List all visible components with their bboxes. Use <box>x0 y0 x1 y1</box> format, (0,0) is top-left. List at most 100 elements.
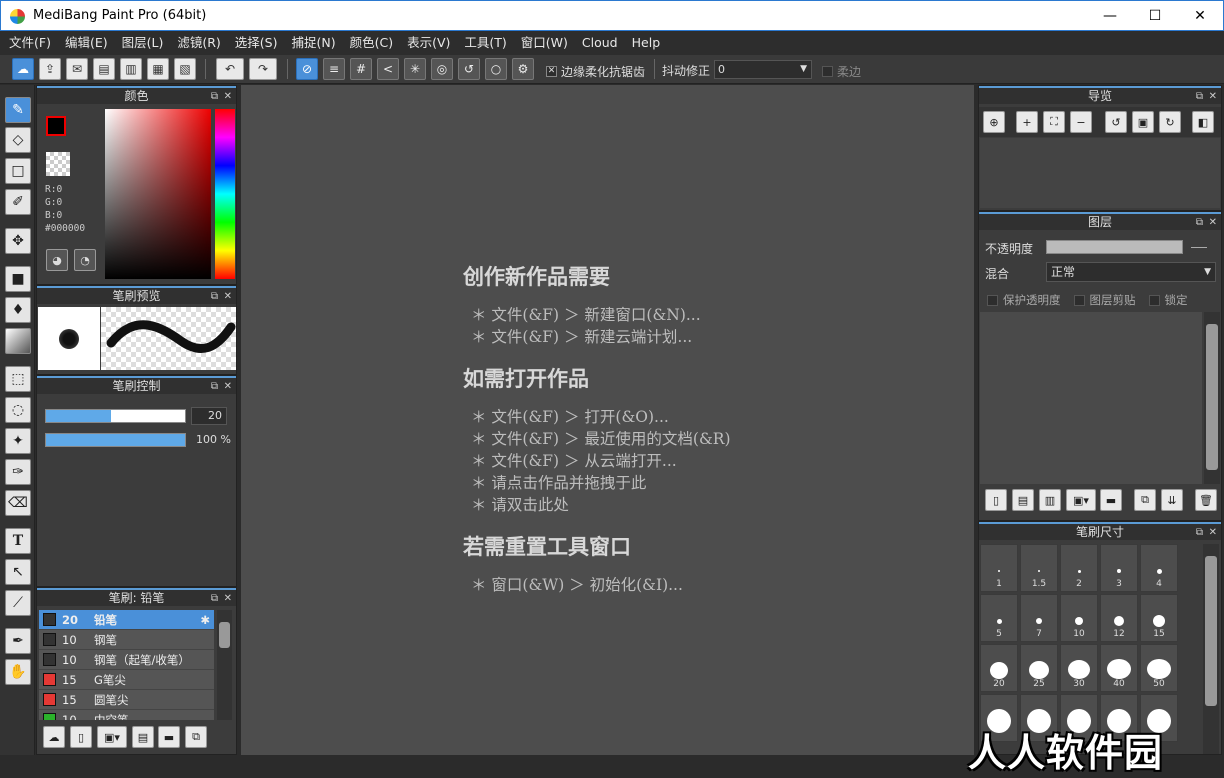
rect-select-icon[interactable]: ⬚ <box>5 366 31 392</box>
close-icon[interactable]: ✕ <box>1209 525 1217 541</box>
soft-edge-checkbox[interactable] <box>822 66 833 77</box>
brush-size-cell[interactable]: 2 <box>1060 544 1098 592</box>
perspective-snap-icon[interactable]: < <box>377 58 399 80</box>
brush-size-cell[interactable]: 7 <box>1020 594 1058 642</box>
layer-list[interactable] <box>980 312 1202 484</box>
brush-size-input[interactable]: 20 <box>191 407 227 425</box>
brush-size-cell[interactable]: 1.5 <box>1020 544 1058 592</box>
magic-wand-icon[interactable]: ✦ <box>5 428 31 454</box>
close-button[interactable]: ✕ <box>1177 1 1223 31</box>
parallel-snap-icon[interactable]: ≡ <box>323 58 345 80</box>
radial-snap-icon[interactable]: ✳ <box>404 58 426 80</box>
menu-filter[interactable]: 滤镜(R) <box>170 31 227 55</box>
layer-folder-icon[interactable]: ▬ <box>1100 489 1122 511</box>
brush-size-cell[interactable]: 3 <box>1100 544 1138 592</box>
scrollbar-thumb[interactable] <box>219 622 230 648</box>
popout-icon[interactable]: ⧉ <box>1196 525 1203 541</box>
select-pen-icon[interactable]: ✐ <box>5 189 31 215</box>
navigator-preview[interactable] <box>980 138 1220 208</box>
layer-opacity-slider[interactable] <box>1046 240 1183 254</box>
canvas-area[interactable]: 创作新作品需要 ＊ 文件(&F) ＞ 新建窗口(&N)... ＊ 文件(&F) … <box>241 85 974 755</box>
layer-list-scrollbar[interactable] <box>1204 312 1220 484</box>
circle-snap-icon[interactable]: ○ <box>485 58 507 80</box>
menu-tools[interactable]: 工具(T) <box>457 31 513 55</box>
move-tool-icon[interactable]: ✥ <box>5 228 31 254</box>
popout-icon[interactable]: ⧉ <box>211 591 218 607</box>
chat-icon[interactable]: ▤ <box>93 58 115 80</box>
close-icon[interactable]: ✕ <box>224 289 232 305</box>
zoom-in-icon[interactable]: + <box>1016 111 1038 133</box>
menu-layer[interactable]: 图层(L) <box>115 31 171 55</box>
select-pen-tool-icon[interactable]: ✑ <box>5 459 31 485</box>
minimize-button[interactable]: — <box>1087 1 1133 31</box>
divide-tool-icon[interactable]: ⟋ <box>5 590 31 616</box>
stabilizer-select[interactable]: 0 ▼ <box>714 60 812 79</box>
comment-icon[interactable]: ✉ <box>66 58 88 80</box>
lock-checkbox[interactable] <box>1148 294 1160 306</box>
panels-icon[interactable]: ▧ <box>174 58 196 80</box>
brush-size-cell[interactable]: 40 <box>1100 644 1138 692</box>
page-settings-icon[interactable]: ▦ <box>147 58 169 80</box>
redo-icon[interactable]: ↷ <box>249 58 277 80</box>
brush-item-pen[interactable]: 10 钢笔 <box>39 630 214 650</box>
brush-size-cell[interactable]: 4 <box>1140 544 1178 592</box>
document-icon[interactable]: ▥ <box>120 58 142 80</box>
add-layer-menu-icon[interactable]: ▣▾ <box>1066 489 1096 511</box>
brush-list-scrollbar[interactable] <box>217 610 232 720</box>
operation-tool-icon[interactable]: ↖ <box>5 559 31 585</box>
menu-help[interactable]: Help <box>625 31 668 55</box>
brush-item-g-pen[interactable]: 15 G笔尖 <box>39 670 214 690</box>
close-icon[interactable]: ✕ <box>1209 89 1217 105</box>
saturation-value-picker[interactable] <box>105 109 211 279</box>
fit-icon[interactable]: ⛶ <box>1043 111 1065 133</box>
new-1bit-layer-icon[interactable]: ▥ <box>1039 489 1061 511</box>
menu-color[interactable]: 颜色(C) <box>343 31 400 55</box>
brush-size-cell[interactable]: 10 <box>1060 594 1098 642</box>
popout-icon[interactable]: ⧉ <box>211 89 218 105</box>
curve-snap-icon[interactable]: ↺ <box>458 58 480 80</box>
brush-size-cell[interactable]: 5 <box>980 594 1018 642</box>
palette-icon[interactable]: ◕ <box>46 249 68 271</box>
popout-icon[interactable]: ⧉ <box>1196 89 1203 105</box>
scrollbar-thumb[interactable] <box>1205 556 1217 706</box>
dot-tool-icon[interactable]: □ <box>5 158 31 184</box>
brush-item-pen-pressure[interactable]: 10 钢笔（起笔/收笔） <box>39 650 214 670</box>
transparent-color-swatch[interactable] <box>46 152 70 176</box>
cloud-icon[interactable]: ☁ <box>12 58 34 80</box>
lasso-select-icon[interactable]: ◌ <box>5 397 31 423</box>
brush-item-maru-pen[interactable]: 15 圆笔尖 <box>39 690 214 710</box>
menu-file[interactable]: 文件(F) <box>2 31 58 55</box>
close-icon[interactable]: ✕ <box>224 89 232 105</box>
flip-icon[interactable]: ◧ <box>1192 111 1214 133</box>
close-icon[interactable]: ✕ <box>224 591 232 607</box>
brush-size-cell[interactable]: 25 <box>1020 644 1058 692</box>
brush-size-cell[interactable]: 30 <box>1060 644 1098 692</box>
brush-size-cell[interactable]: 20 <box>980 644 1018 692</box>
color-history-icon[interactable]: ◔ <box>74 249 96 271</box>
brush-item-pencil[interactable]: 20 铅笔 ✱ <box>39 610 214 630</box>
grid-snap-icon[interactable]: # <box>350 58 372 80</box>
hand-tool-icon[interactable]: ✋ <box>5 659 31 685</box>
add-brush-menu-icon[interactable]: ▣▾ <box>97 726 127 748</box>
gear-icon[interactable]: ✱ <box>200 613 210 627</box>
reset-view-icon[interactable]: ▣ <box>1132 111 1154 133</box>
protect-alpha-checkbox[interactable] <box>987 294 998 306</box>
close-icon[interactable]: ✕ <box>224 379 232 395</box>
brush-item-hollow-pen[interactable]: 10 中空笔 <box>39 710 214 720</box>
share-icon[interactable]: ⇪ <box>39 58 61 80</box>
brush-size-cell[interactable]: 12 <box>1100 594 1138 642</box>
select-eraser-icon[interactable]: ⌫ <box>5 490 31 516</box>
brush-size-scrollbar[interactable] <box>1203 544 1219 754</box>
snap-off-icon[interactable]: ⊘ <box>296 58 318 80</box>
eyedropper-icon[interactable]: ✒ <box>5 628 31 654</box>
undo-icon[interactable]: ↶ <box>216 58 244 80</box>
blend-mode-select[interactable]: 正常 ▼ <box>1046 262 1216 282</box>
text-tool-icon[interactable]: T <box>5 528 31 554</box>
brush-opacity-slider[interactable] <box>45 433 186 447</box>
menu-edit[interactable]: 编辑(E) <box>58 31 115 55</box>
soft-edge-toggle[interactable]: 柔边 <box>822 63 861 80</box>
new-halftone-layer-icon[interactable]: ▤ <box>1012 489 1034 511</box>
rotate-right-icon[interactable]: ↻ <box>1159 111 1181 133</box>
brush-size-cell[interactable]: 50 <box>1140 644 1178 692</box>
new-layer-icon[interactable]: ▯ <box>985 489 1007 511</box>
